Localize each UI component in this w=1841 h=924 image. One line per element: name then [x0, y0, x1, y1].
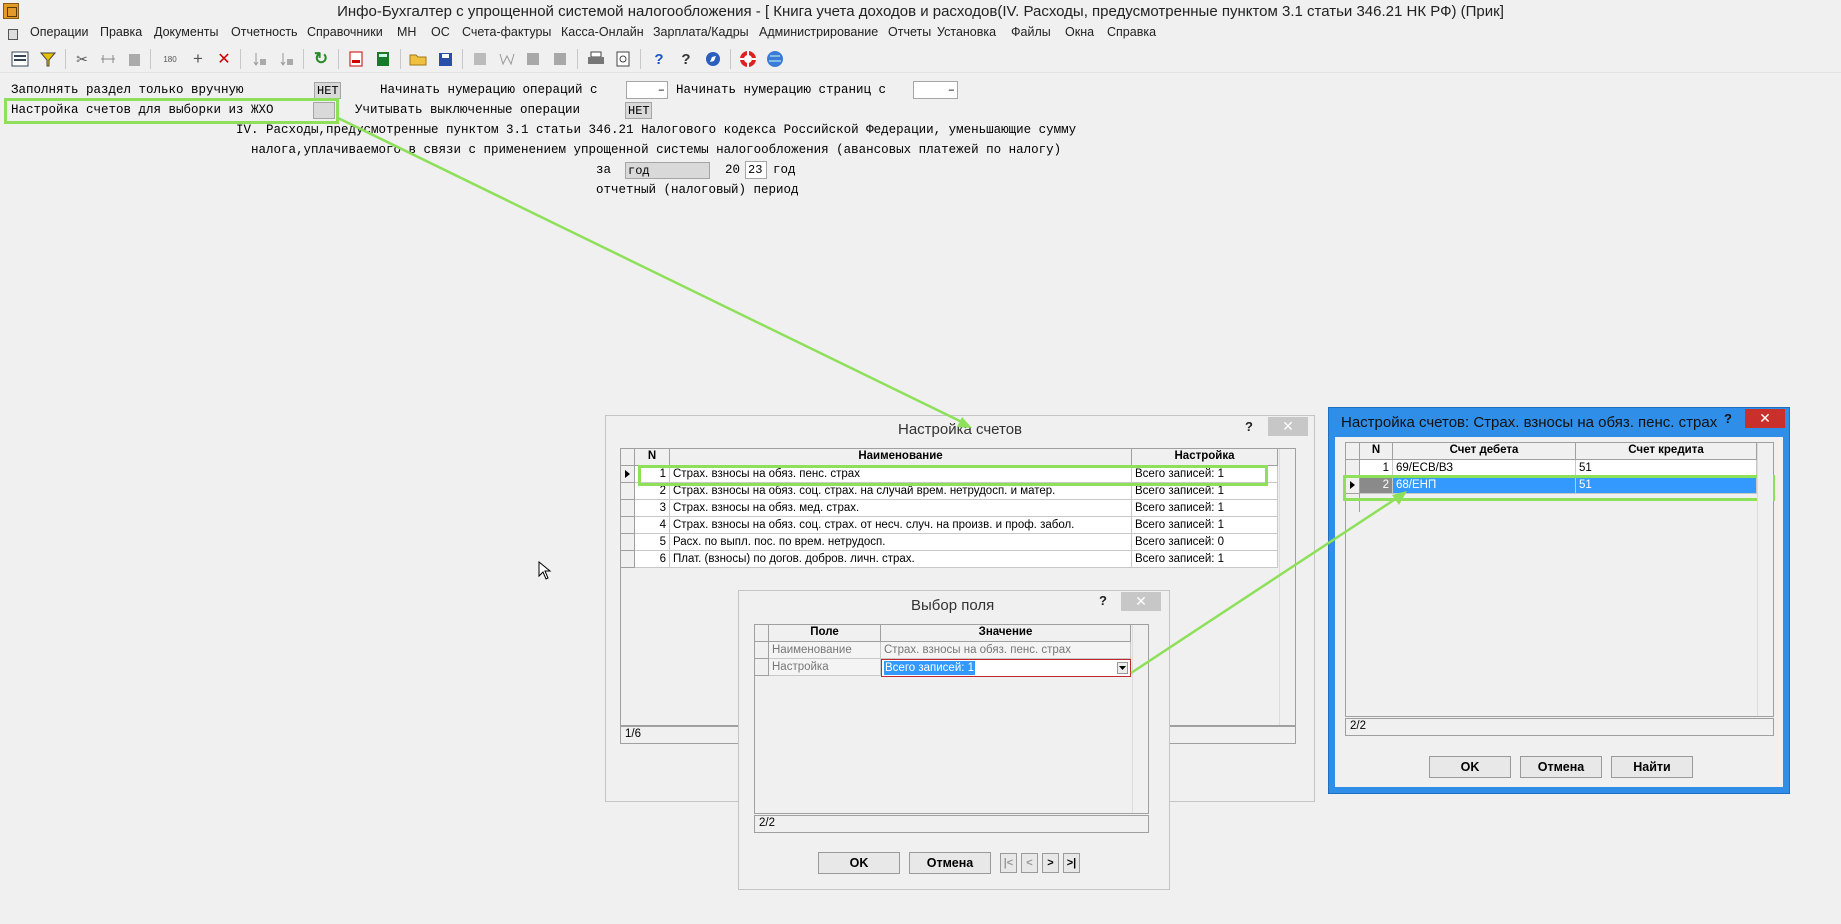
arrowhead	[1392, 491, 1407, 505]
annotation-arrow-line	[1130, 494, 1401, 675]
mouse-cursor-icon	[538, 561, 552, 580]
annotation-arrows	[337, 116, 1407, 675]
arrowhead	[957, 417, 972, 428]
annotation-arrow-line	[337, 116, 967, 426]
